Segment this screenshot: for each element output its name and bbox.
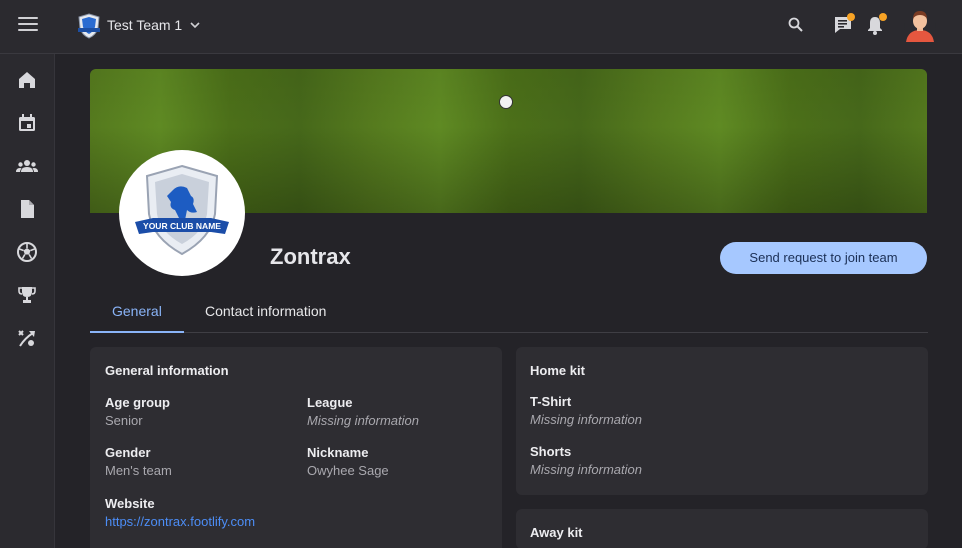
age-group-value: Senior: [105, 413, 143, 428]
home-icon[interactable]: [15, 68, 39, 92]
card-title: Home kit: [530, 363, 585, 378]
people-icon[interactable]: [15, 154, 39, 178]
club-name: Zontrax: [270, 244, 351, 269]
menu-icon[interactable]: [18, 17, 38, 33]
document-icon[interactable]: [15, 197, 39, 221]
nickname-label: Nickname: [307, 445, 369, 460]
tshirt-value: Missing information: [530, 412, 642, 427]
league-label: League: [307, 395, 353, 410]
search-icon[interactable]: [784, 13, 808, 37]
notification-badge: [879, 13, 887, 21]
nickname-value: Owyhee Sage: [307, 463, 389, 478]
join-team-button[interactable]: Send request to join team: [720, 242, 927, 274]
tab-general[interactable]: General: [112, 303, 162, 319]
gender-label: Gender: [105, 445, 151, 460]
general-info-card: General information Age group Senior Lea…: [90, 347, 502, 548]
website-label: Website: [105, 496, 155, 511]
active-tab-indicator: [90, 331, 184, 333]
tab-contact-information[interactable]: Contact information: [205, 303, 326, 319]
shorts-label: Shorts: [530, 444, 572, 459]
gender-value: Men's team: [105, 463, 172, 478]
soccer-ball-icon[interactable]: [15, 240, 39, 264]
card-title: General information: [105, 363, 229, 378]
ball-image: [499, 95, 513, 109]
crest-text: YOUR CLUB NAME: [143, 221, 221, 231]
home-kit-card: Home kit T-Shirt Missing information Sho…: [516, 347, 928, 495]
tshirt-label: T-Shirt: [530, 394, 572, 409]
sidebar: [0, 54, 55, 548]
league-value: Missing information: [307, 413, 419, 428]
age-group-label: Age group: [105, 395, 170, 410]
chat-button[interactable]: [831, 13, 855, 37]
club-crest-image: YOUR CLUB NAME: [135, 164, 229, 256]
team-name[interactable]: Test Team 1: [107, 17, 182, 33]
tab-bar: General Contact information: [90, 291, 928, 333]
trophy-icon[interactable]: [15, 283, 39, 307]
top-bar: Test Team 1: [0, 0, 962, 54]
chat-badge: [847, 13, 855, 21]
shorts-value: Missing information: [530, 462, 642, 477]
website-link[interactable]: https://zontrax.footlify.com: [105, 514, 255, 529]
team-logo[interactable]: [77, 13, 101, 39]
away-kit-card: Away kit: [516, 509, 928, 548]
tactics-icon[interactable]: [15, 326, 39, 350]
club-crest: YOUR CLUB NAME: [119, 150, 245, 276]
notifications-button[interactable]: [863, 13, 887, 37]
chevron-down-icon[interactable]: [188, 18, 202, 32]
user-avatar[interactable]: [904, 8, 936, 42]
calendar-icon[interactable]: [15, 111, 39, 135]
card-title: Away kit: [530, 525, 583, 540]
